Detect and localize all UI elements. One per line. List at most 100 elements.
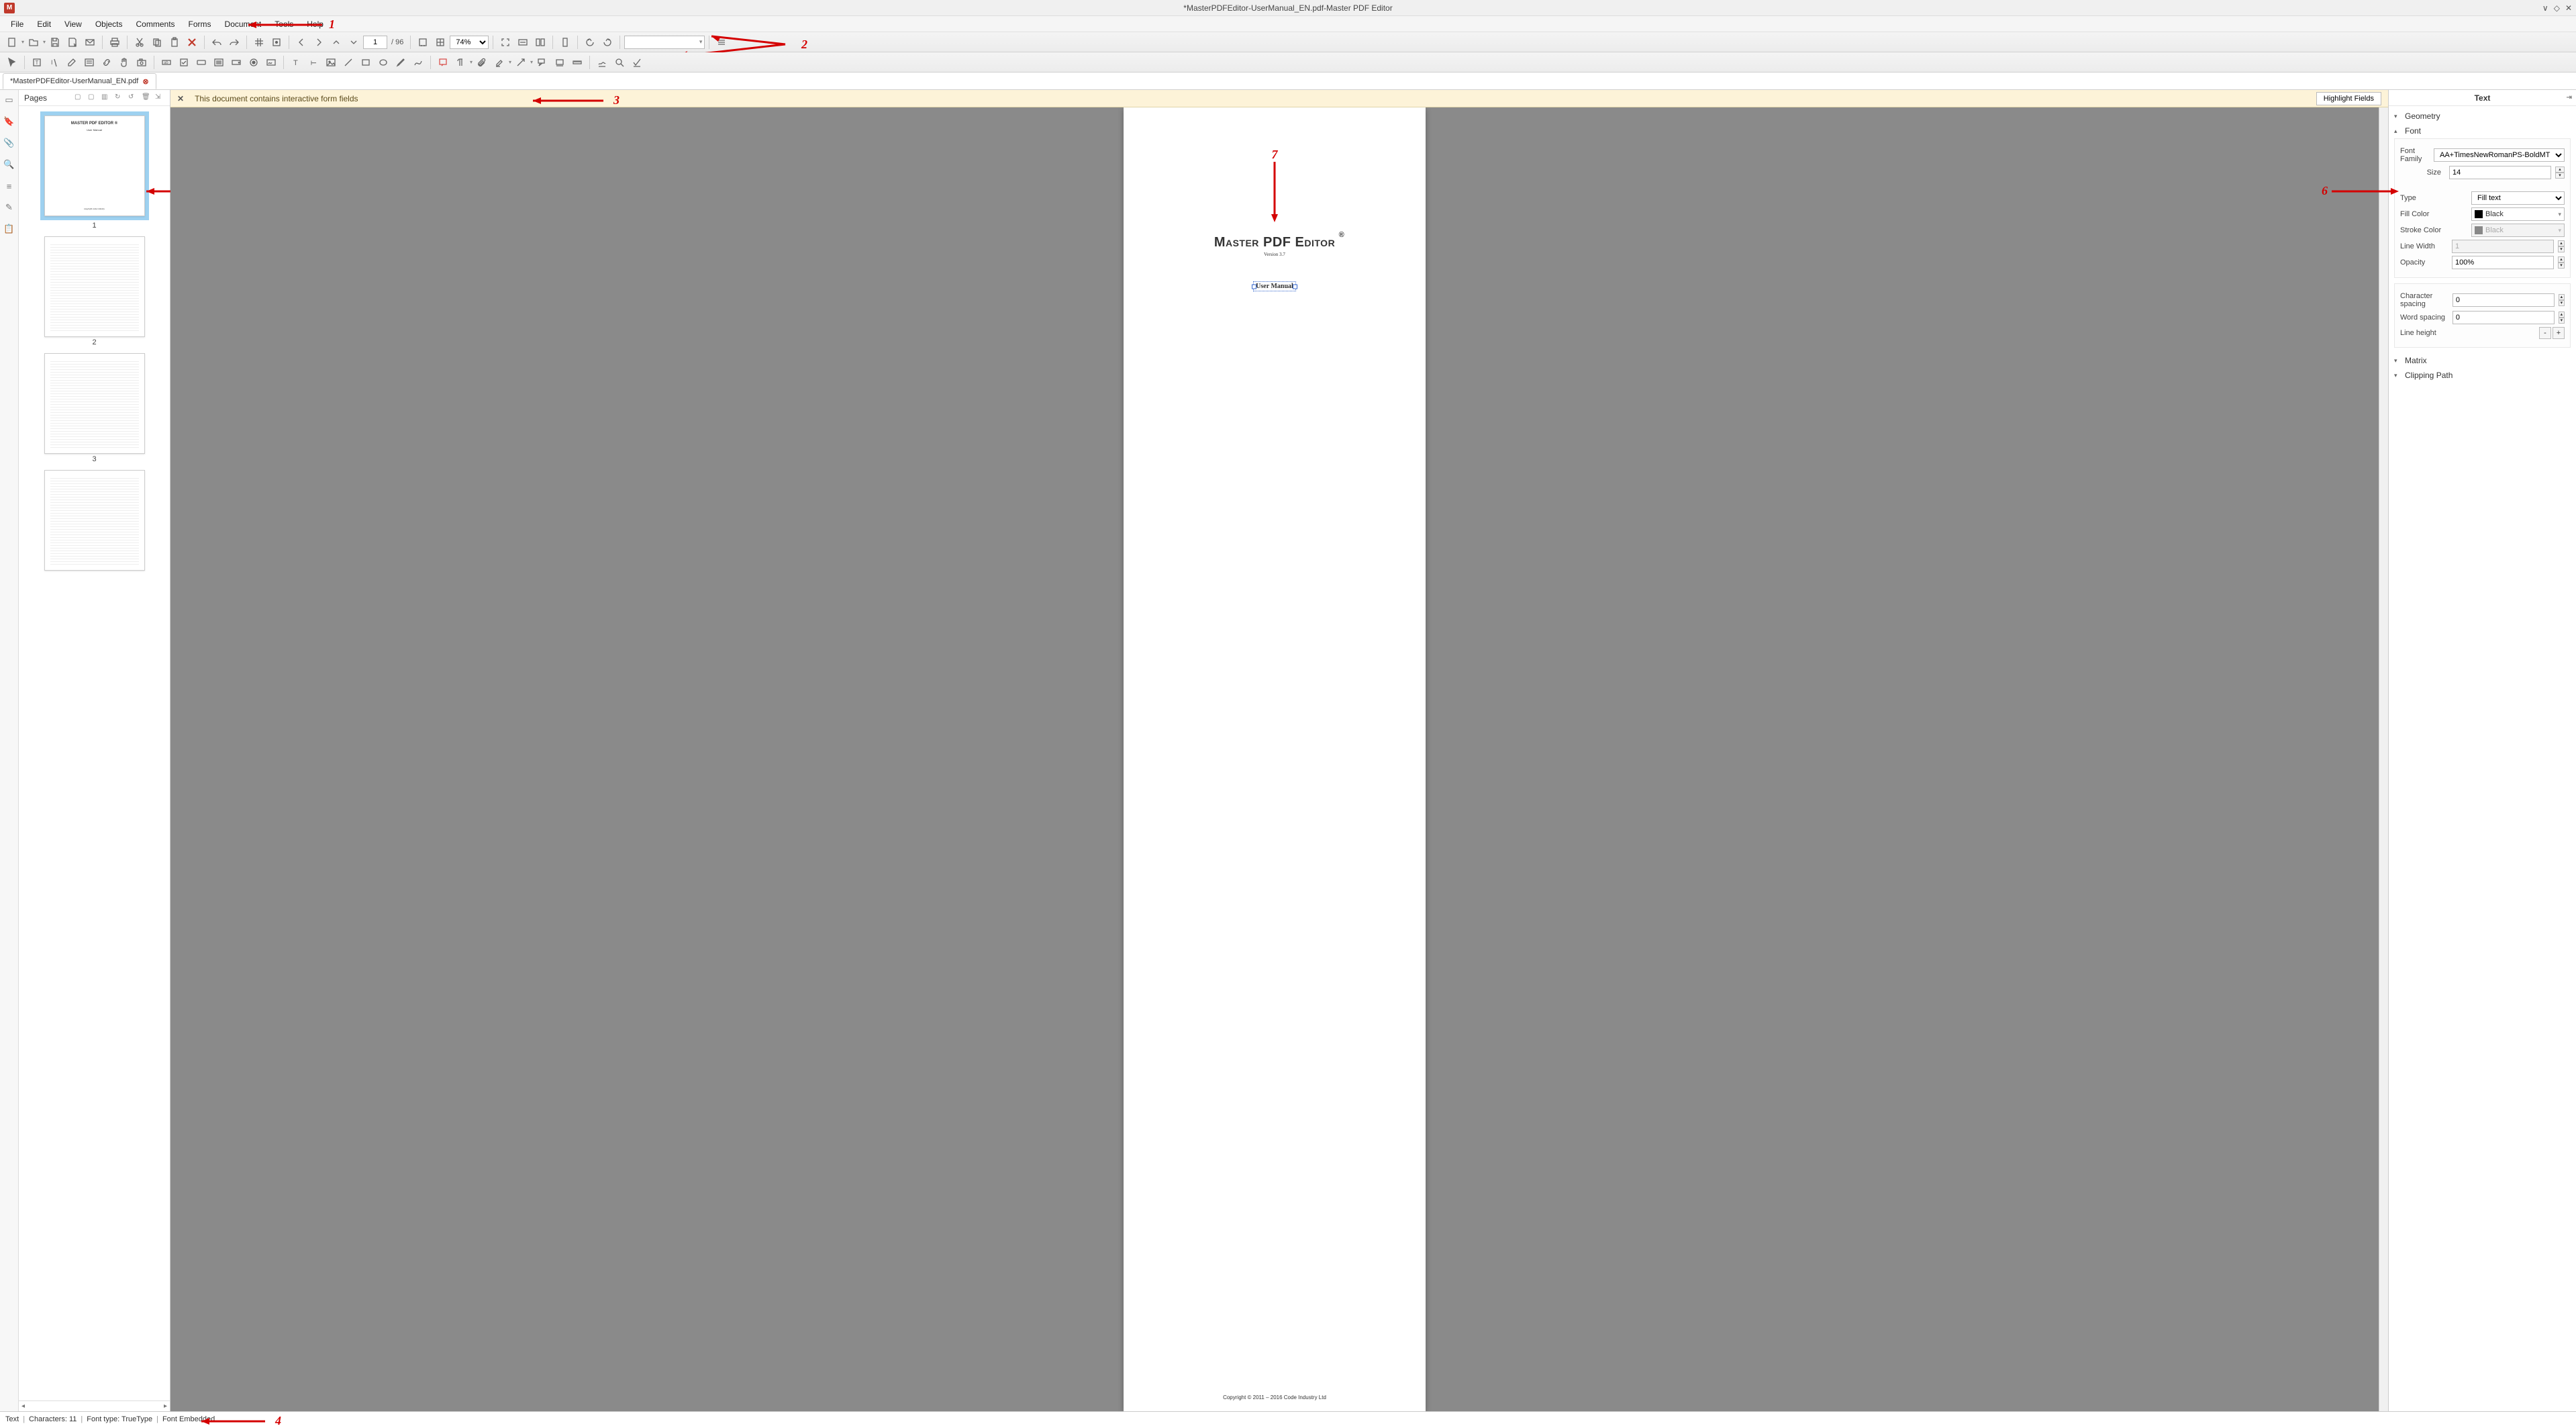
arrow-tool-icon[interactable] <box>513 54 529 70</box>
window-minimize-icon[interactable]: ∨ <box>2542 3 2548 13</box>
sign-tool-icon[interactable] <box>594 54 610 70</box>
verify-icon[interactable] <box>611 54 628 70</box>
line-height-buttons[interactable]: -+ <box>2539 327 2565 339</box>
menu-comments[interactable]: Comments <box>130 17 182 31</box>
button-field-icon[interactable] <box>193 54 209 70</box>
menu-tools[interactable]: Tools <box>268 17 300 31</box>
rotate-left-icon[interactable] <box>582 34 598 50</box>
note-tool-icon[interactable] <box>435 54 451 70</box>
page-h-icon6[interactable]: 🗑 <box>142 93 151 103</box>
font-size-spinner[interactable]: ▴▾ <box>2555 167 2565 179</box>
props-pin-icon[interactable]: ⇥ <box>2567 94 2572 101</box>
page-h-icon3[interactable]: ▥ <box>101 93 111 103</box>
opacity-spinner[interactable]: ▴▾ <box>2558 256 2565 269</box>
type-select[interactable]: Fill text <box>2471 191 2565 205</box>
search-rail-icon[interactable]: 🔍 <box>3 158 15 171</box>
char-spacing-spinner[interactable]: ▴▾ <box>2559 294 2565 306</box>
paragraph-icon[interactable] <box>452 54 468 70</box>
new-doc-icon[interactable] <box>4 34 20 50</box>
opacity-input[interactable] <box>2452 256 2554 269</box>
menu-document[interactable]: Document <box>218 17 268 31</box>
next-page-icon[interactable] <box>311 34 327 50</box>
attachments-rail-icon[interactable]: 📎 <box>3 137 15 149</box>
page-canvas[interactable]: 7 Master PDF Editor® Version 3.7 User Ma… <box>170 107 2379 1411</box>
search-input[interactable] <box>624 36 705 49</box>
bookmarks-icon[interactable]: 🔖 <box>3 115 15 128</box>
pencil-tool-icon[interactable] <box>393 54 409 70</box>
section-font[interactable]: ▴Font <box>2394 124 2571 138</box>
two-page-icon[interactable] <box>532 34 548 50</box>
snap-icon[interactable] <box>268 34 285 50</box>
section-geometry[interactable]: ▾Geometry <box>2394 109 2571 124</box>
check-icon[interactable] <box>629 54 645 70</box>
stamp-icon[interactable] <box>552 54 568 70</box>
font-size-input[interactable] <box>2449 166 2551 179</box>
paste-icon[interactable] <box>166 34 183 50</box>
selected-text-object[interactable]: User Manual <box>1253 281 1296 291</box>
select-tool-icon[interactable] <box>4 54 20 70</box>
fill-color-select[interactable]: Black▾ <box>2471 207 2565 221</box>
fit-page-icon[interactable] <box>432 34 448 50</box>
section-clipping[interactable]: ▾Clipping Path <box>2394 368 2571 383</box>
close-tab-icon[interactable]: ⊗ <box>142 77 148 86</box>
signature-field-icon[interactable] <box>263 54 279 70</box>
print-icon[interactable] <box>107 34 123 50</box>
line-tool-icon[interactable] <box>340 54 356 70</box>
measure-icon[interactable] <box>569 54 585 70</box>
fit-width-icon[interactable] <box>515 34 531 50</box>
zoom-select[interactable]: 74% <box>450 36 489 49</box>
cut-icon[interactable] <box>132 34 148 50</box>
textfield-icon[interactable]: ab <box>158 54 175 70</box>
path-tool-icon[interactable] <box>410 54 426 70</box>
menu-objects[interactable]: Objects <box>89 17 130 31</box>
select-text-icon[interactable]: I <box>46 54 62 70</box>
first-page-icon[interactable] <box>293 34 309 50</box>
options-icon[interactable] <box>713 34 730 50</box>
link-tool-icon[interactable] <box>99 54 115 70</box>
highlight-icon[interactable] <box>491 54 507 70</box>
word-spacing-spinner[interactable]: ▴▾ <box>2559 312 2565 324</box>
doc-vscroll[interactable] <box>2379 107 2388 1411</box>
layers-icon[interactable]: ≡ <box>3 180 15 192</box>
attachment-icon[interactable] <box>474 54 490 70</box>
clipboard-rail-icon[interactable]: 📋 <box>3 223 15 235</box>
page-up-icon[interactable] <box>328 34 344 50</box>
copy-icon[interactable] <box>149 34 165 50</box>
actual-size-icon[interactable] <box>415 34 431 50</box>
delete-icon[interactable] <box>184 34 200 50</box>
grid-icon[interactable] <box>251 34 267 50</box>
rotate-right-icon[interactable] <box>599 34 615 50</box>
save-icon[interactable] <box>47 34 63 50</box>
ellipse-tool-icon[interactable] <box>375 54 391 70</box>
char-spacing-input[interactable] <box>2453 293 2555 307</box>
redo-icon[interactable] <box>226 34 242 50</box>
combobox-icon[interactable] <box>228 54 244 70</box>
menu-help[interactable]: Help <box>300 17 330 31</box>
document-tab[interactable]: *MasterPDFEditor-UserManual_EN.pdf ⊗ <box>3 73 156 89</box>
page-h-icon7[interactable]: ⇲ <box>155 93 164 103</box>
hand-tool-icon[interactable] <box>116 54 132 70</box>
save-as-icon[interactable] <box>64 34 81 50</box>
fullscreen-icon[interactable] <box>497 34 513 50</box>
pages-icon[interactable]: ▭ <box>3 94 15 106</box>
page-thumb-1[interactable]: MASTER PDF EDITOR ®User Manualcopyright … <box>44 115 145 216</box>
menu-view[interactable]: View <box>58 17 89 31</box>
page-h-icon5[interactable]: ↺ <box>128 93 138 103</box>
radio-icon[interactable] <box>246 54 262 70</box>
menu-edit[interactable]: Edit <box>30 17 58 31</box>
menu-forms[interactable]: Forms <box>182 17 218 31</box>
edit-text-icon[interactable]: T <box>29 54 45 70</box>
pages-hscroll[interactable]: ◂▸ <box>19 1400 170 1411</box>
comments-rail-icon[interactable]: ✎ <box>3 201 15 213</box>
section-matrix[interactable]: ▾Matrix <box>2394 353 2571 368</box>
page-h-icon1[interactable]: ▢ <box>75 93 84 103</box>
page-h-icon4[interactable]: ↻ <box>115 93 124 103</box>
page-thumb-3[interactable] <box>44 353 145 454</box>
single-page-icon[interactable] <box>557 34 573 50</box>
page-down-icon[interactable] <box>346 34 362 50</box>
insert-text-icon[interactable]: T <box>288 54 304 70</box>
listbox-icon[interactable] <box>211 54 227 70</box>
page-thumb-2[interactable] <box>44 236 145 337</box>
font-family-select[interactable]: AA+TimesNewRomanPS-BoldMT <box>2434 148 2565 162</box>
checkbox-icon[interactable] <box>176 54 192 70</box>
